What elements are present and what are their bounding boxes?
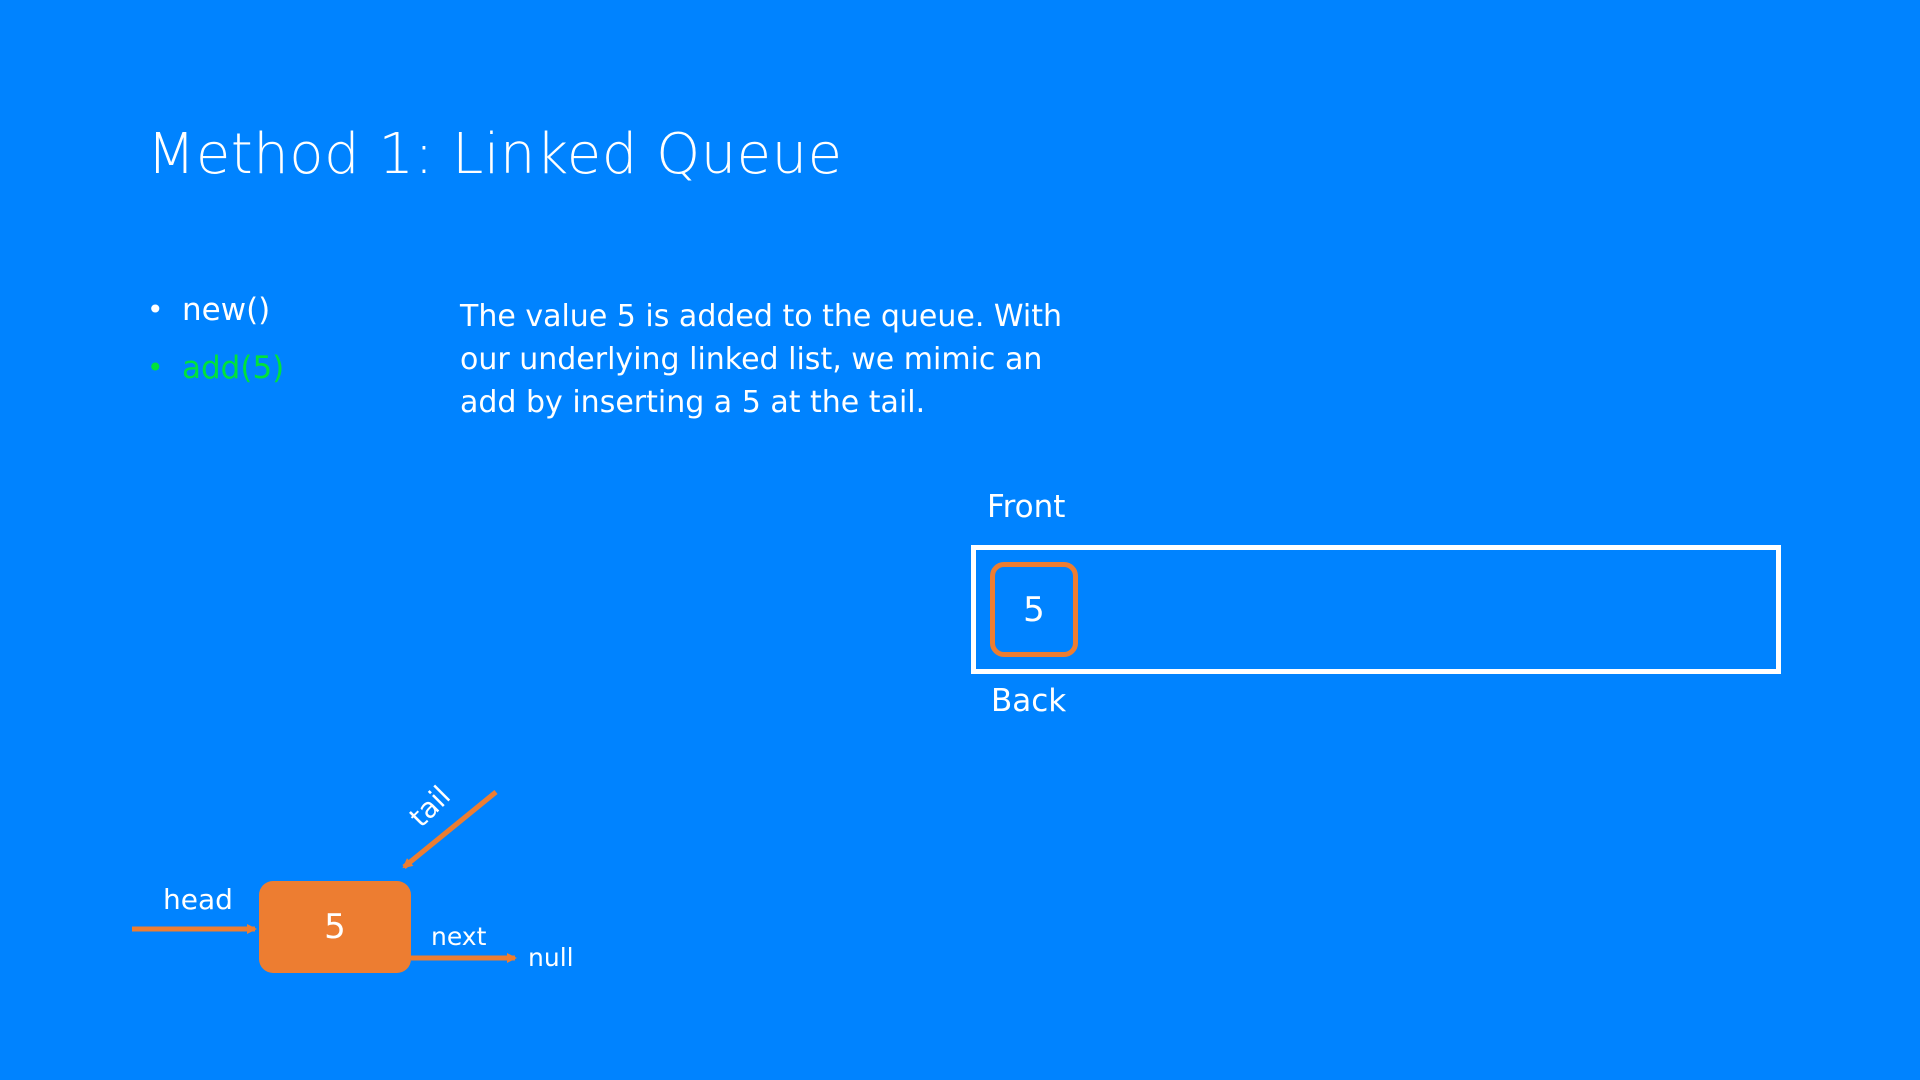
slide: Method 1: Linked Queue • new() • add(5) … [0,0,1920,1080]
next-label: next [431,922,487,951]
null-label: null [528,943,574,972]
head-label: head [163,883,233,916]
list-node: 5 [259,881,411,973]
